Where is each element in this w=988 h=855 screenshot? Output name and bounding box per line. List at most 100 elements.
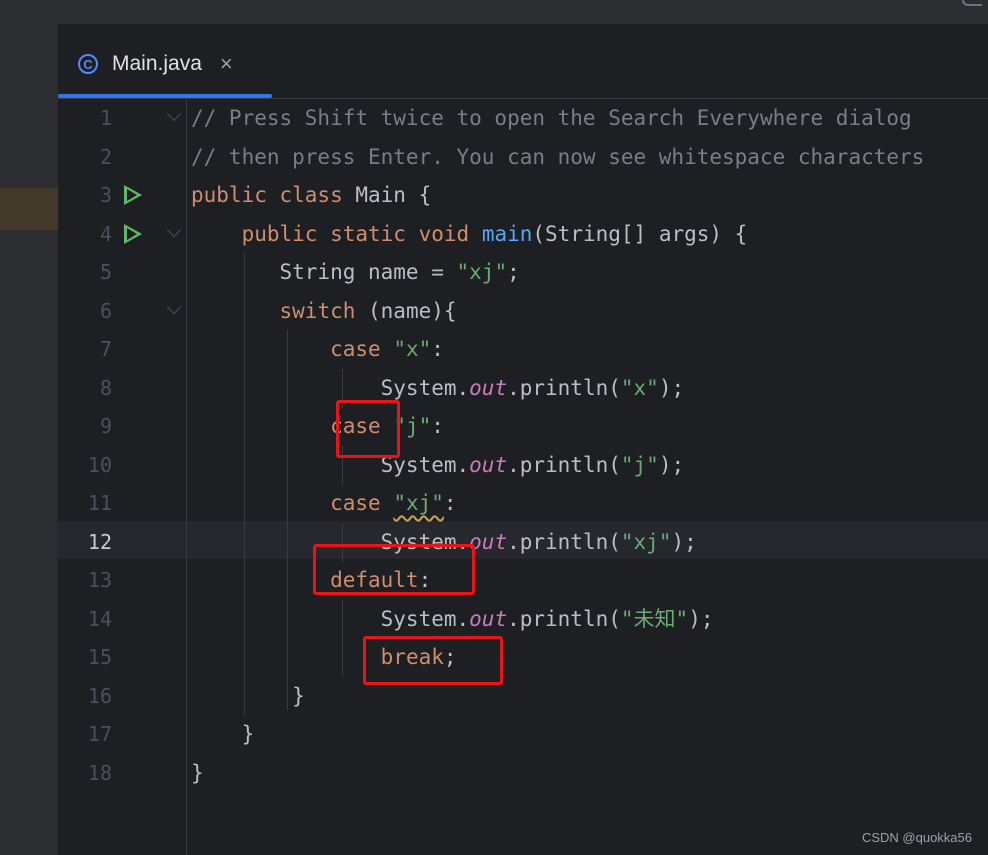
code-token: (name){ [355, 298, 457, 323]
code-token: "xj" [620, 529, 672, 554]
active-tab-underline [58, 94, 272, 98]
annotation-box-break [363, 636, 503, 685]
code-token: : [431, 337, 444, 361]
code-token: String name = [191, 260, 457, 284]
code-text[interactable]: } [191, 715, 255, 754]
code-line[interactable]: 18} [58, 754, 988, 793]
code-editor[interactable]: 1 // Press Shift twice to open the Search… [58, 99, 988, 855]
code-text[interactable]: case "xj": [191, 484, 457, 523]
line-number: 2 [99, 144, 112, 169]
fold-chevron-icon[interactable] [166, 106, 182, 122]
code-text[interactable]: System.out.println("未知"); [191, 600, 714, 639]
code-line[interactable]: 2 // then press Enter. You can now see wh… [58, 138, 988, 177]
code-token: "x" [393, 337, 432, 361]
line-number: 3 [99, 183, 112, 207]
code-text[interactable]: public class Main { [191, 176, 431, 215]
code-token: case [330, 337, 381, 361]
code-line[interactable]: 8 System.out.println("x"); [58, 369, 988, 408]
code-text[interactable]: switch (name){ [191, 292, 457, 331]
code-token: : [431, 414, 444, 438]
line-number: 10 [87, 452, 112, 477]
code-token: System. [191, 606, 470, 631]
line-number: 17 [87, 722, 112, 746]
line-number: 15 [87, 645, 112, 669]
code-line[interactable]: 1 // Press Shift twice to open the Search… [58, 99, 988, 138]
title-bar [0, 0, 988, 24]
code-line[interactable]: 5 String name = "xj"; [58, 253, 988, 292]
line-number: 8 [99, 375, 112, 400]
code-token: case [330, 491, 381, 515]
line-number: 4 [99, 221, 112, 246]
line-number: 18 [87, 760, 112, 785]
code-text[interactable]: System.out.println("j"); [191, 446, 684, 485]
code-token: ); [671, 529, 697, 554]
tab-main-java[interactable]: C Main.java × [78, 48, 233, 80]
run-icon[interactable] [124, 185, 142, 205]
line-number: 11 [87, 491, 112, 515]
code-lines[interactable]: 1 // Press Shift twice to open the Search… [58, 99, 988, 792]
code-line[interactable]: 14 System.out.println("未知"); [58, 600, 988, 639]
code-text[interactable]: // then press Enter. You can now see whi… [191, 138, 924, 177]
code-line[interactable]: 12 System.out.println("xj"); [58, 523, 988, 562]
code-token: : [443, 491, 457, 515]
code-token: ); [688, 606, 714, 631]
code-text[interactable]: case "j": [191, 407, 444, 446]
code-text[interactable]: public static void main(String[] args) { [191, 215, 748, 254]
code-token: ); [658, 375, 685, 400]
code-line[interactable]: 3 public class Main { [58, 176, 988, 215]
code-token: out [469, 452, 508, 477]
code-line[interactable]: 4 public static void main(String[] args)… [58, 215, 988, 254]
code-token: } [191, 722, 255, 746]
code-line[interactable]: 13 default: [58, 561, 988, 600]
line-number: 12 [87, 529, 112, 554]
close-icon[interactable]: × [220, 53, 233, 75]
code-token: "未知" [620, 606, 689, 631]
line-number: 6 [99, 298, 112, 323]
code-line[interactable]: 9 case "j": [58, 407, 988, 446]
code-token: .println( [507, 452, 621, 477]
line-number: 9 [99, 414, 112, 438]
watermark: CSDN @quokka56 [861, 830, 972, 845]
code-token: ); [658, 452, 685, 477]
code-token: "xj" [456, 260, 508, 284]
code-text[interactable]: } [191, 677, 305, 716]
code-line[interactable]: 11 case "xj": [58, 484, 988, 523]
annotation-box-default [313, 544, 475, 595]
code-line[interactable]: 7 case "x": [58, 330, 988, 369]
code-token: out [469, 606, 508, 631]
code-text[interactable]: // Press Shift twice to open the Search … [191, 99, 912, 138]
code-token: System. [191, 452, 470, 477]
line-number: 16 [87, 683, 112, 708]
class-c-icon: C [78, 54, 98, 74]
code-text[interactable]: System.out.println("x"); [191, 369, 684, 408]
code-token: System. [191, 375, 470, 400]
code-text[interactable]: String name = "xj"; [191, 253, 520, 292]
window-control-icon[interactable] [962, 0, 982, 6]
code-line[interactable]: 15 break; [58, 638, 988, 677]
fold-chevron-icon[interactable] [166, 222, 182, 237]
code-line[interactable]: 17 } [58, 715, 988, 754]
fold-chevron-icon[interactable] [166, 299, 182, 314]
tab-label: Main.java [112, 52, 202, 75]
code-text[interactable]: } [191, 754, 204, 793]
line-number: 14 [87, 606, 112, 631]
code-token: "j" [620, 452, 659, 477]
selected-panel-row[interactable] [0, 188, 58, 230]
editor-tab-bar: C Main.java × [58, 24, 988, 99]
code-token: } [191, 683, 305, 708]
code-line[interactable]: 16 } [58, 677, 988, 716]
line-number: 7 [99, 337, 112, 361]
code-line[interactable]: 10 System.out.println("j"); [58, 446, 988, 485]
line-number: 1 [99, 106, 112, 130]
code-text[interactable]: case "x": [191, 330, 444, 369]
run-icon[interactable] [124, 223, 142, 244]
code-line[interactable]: 6 switch (name){ [58, 292, 988, 331]
